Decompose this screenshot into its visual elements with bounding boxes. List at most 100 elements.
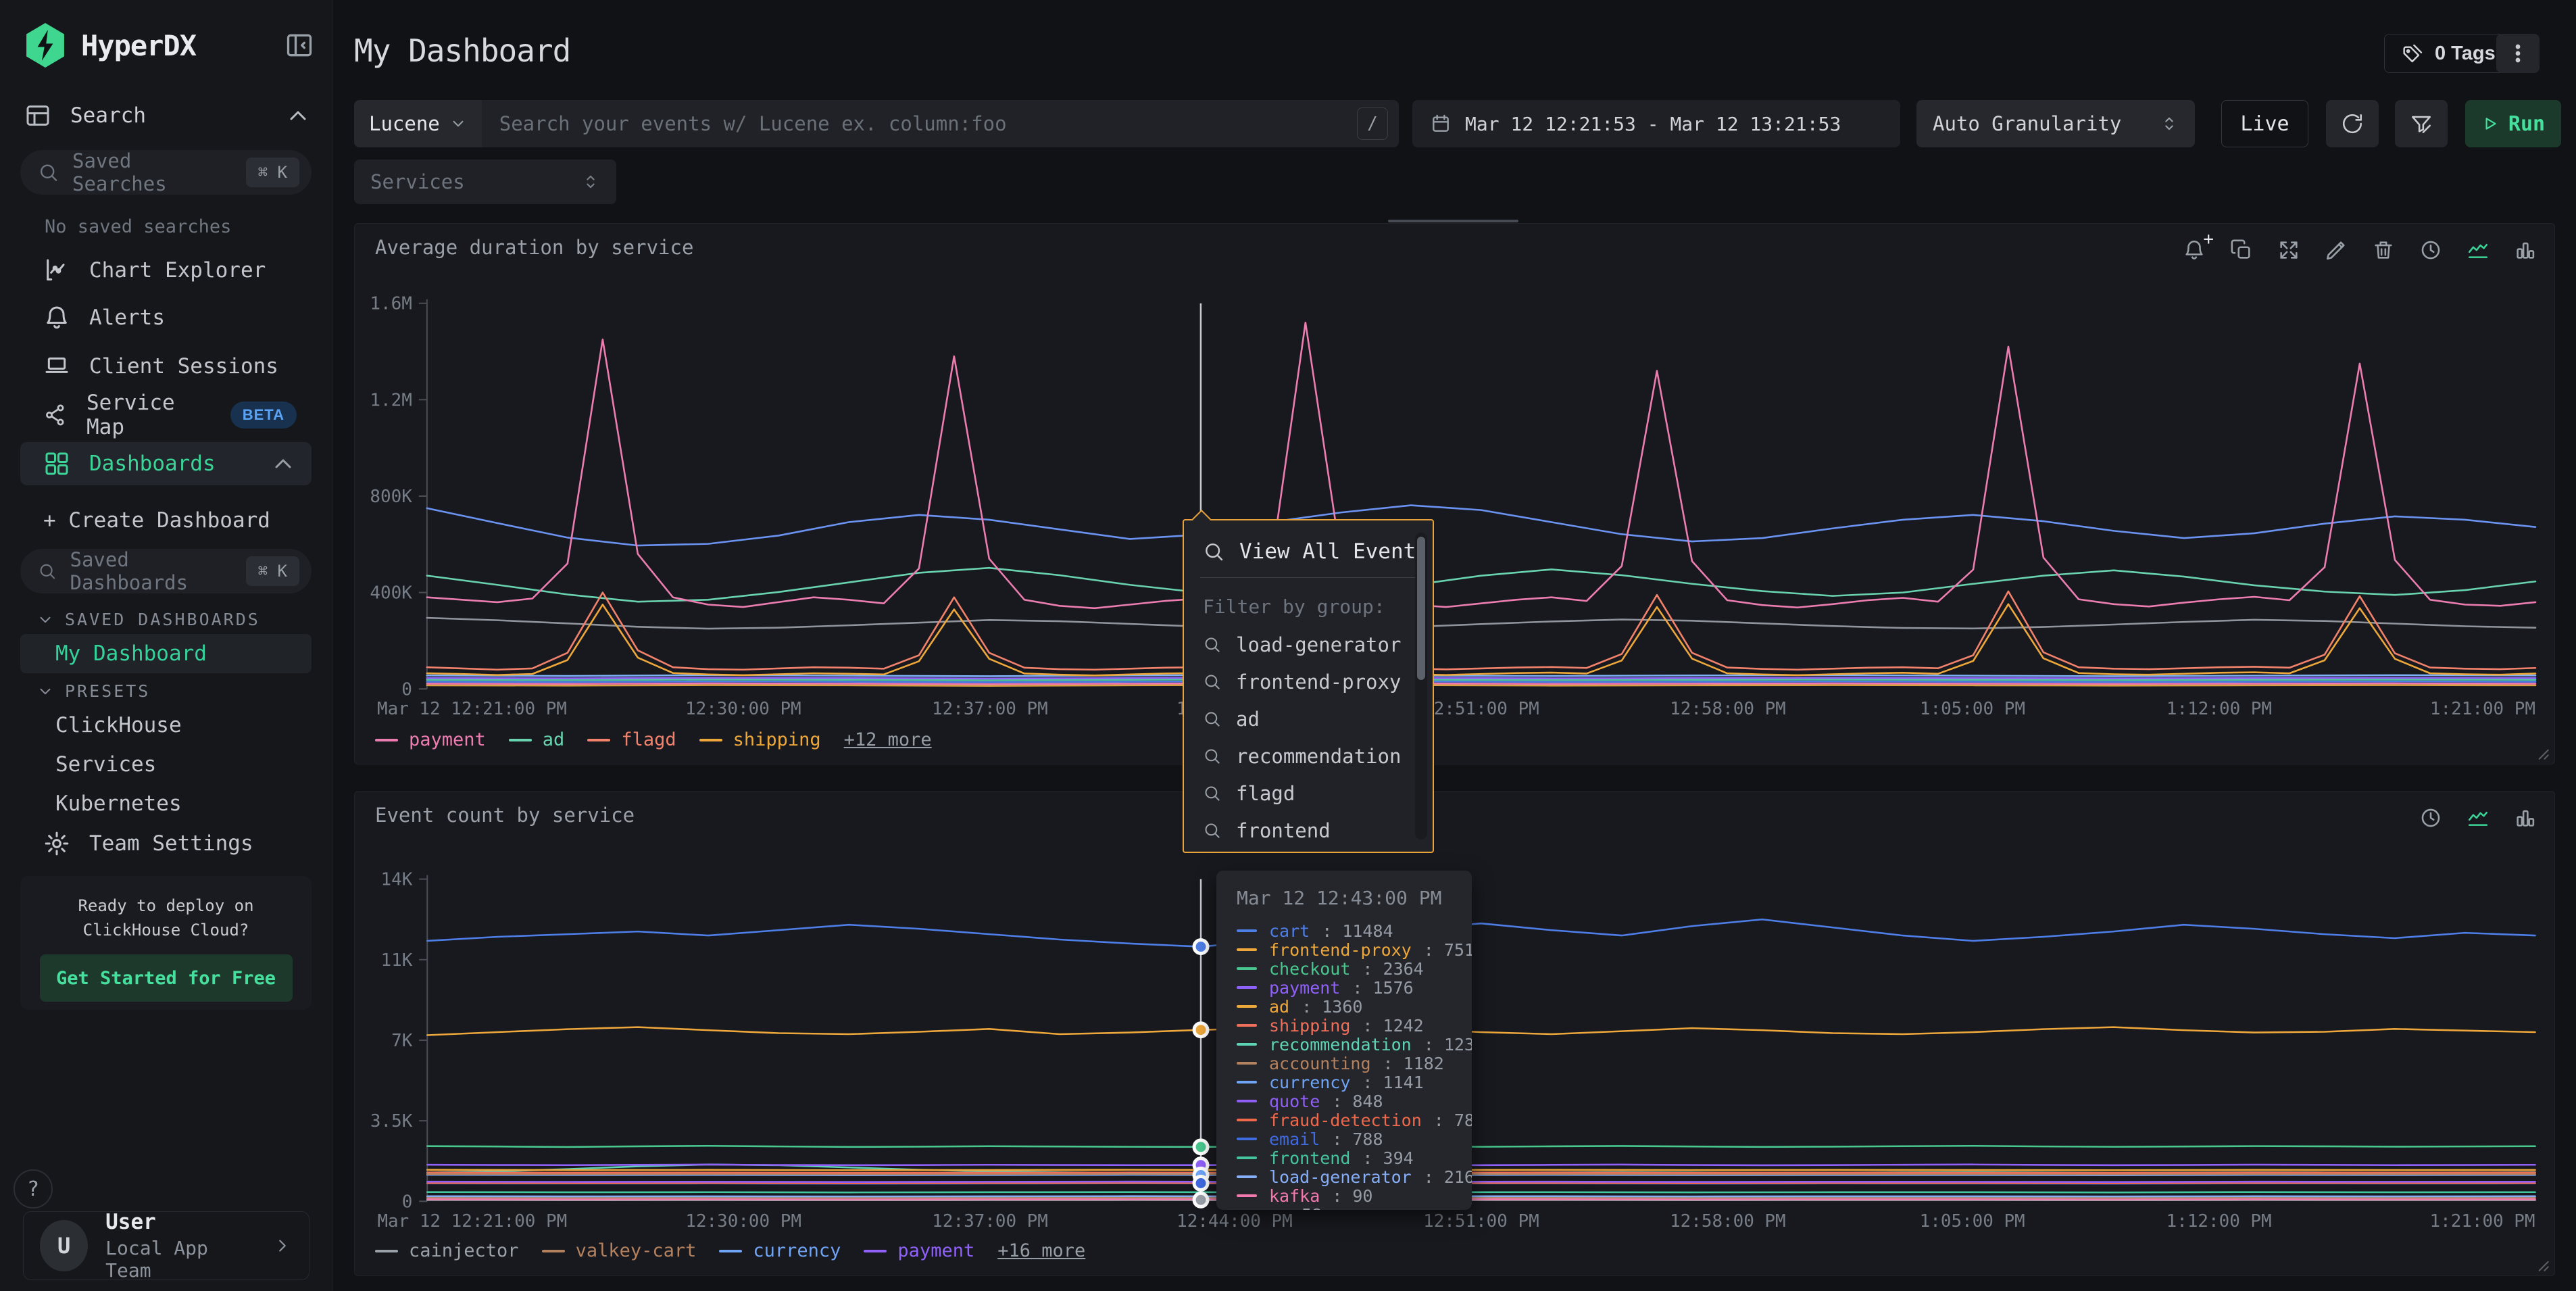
legend-item[interactable]: currency bbox=[719, 1240, 841, 1261]
services-select-value: Services bbox=[370, 170, 465, 193]
group-filter-label: ad bbox=[1236, 708, 1260, 731]
more-menu-button[interactable] bbox=[2496, 34, 2540, 73]
get-started-button[interactable]: Get Started for Free bbox=[40, 954, 293, 1002]
sidebar-item-service-map[interactable]: Service Map BETA bbox=[20, 393, 312, 437]
run-button[interactable]: Run bbox=[2465, 100, 2561, 147]
page-title: My Dashboard bbox=[354, 32, 570, 69]
sidebar-item-dashboards[interactable]: Dashboards bbox=[20, 442, 312, 485]
preset-item[interactable]: ClickHouse bbox=[20, 706, 312, 745]
chevrons-up-down-icon bbox=[2160, 114, 2179, 133]
resize-handle-icon[interactable] bbox=[2533, 744, 2550, 761]
legend-item[interactable]: ad bbox=[509, 729, 565, 750]
dashboards-label: Dashboards bbox=[89, 452, 216, 476]
filter-button[interactable] bbox=[2395, 100, 2448, 147]
saved-searches-placeholder: Saved Searches bbox=[72, 149, 232, 195]
duration-chart[interactable]: 0400K800K1.2M1.6MMar 12 12:21:00 PM12:30… bbox=[355, 224, 2554, 764]
legend-dash bbox=[699, 739, 722, 741]
svg-text:14K: 14K bbox=[381, 870, 413, 890]
legend-item[interactable]: valkey-cart bbox=[542, 1240, 697, 1261]
search-icon bbox=[1203, 541, 1224, 562]
series-name: checkout bbox=[1269, 959, 1350, 979]
group-filter-item[interactable]: frontend-proxy bbox=[1184, 663, 1433, 700]
group-filter-item[interactable]: flagd bbox=[1184, 775, 1433, 812]
history-clock-icon[interactable] bbox=[2419, 239, 2442, 262]
chevron-up-icon[interactable] bbox=[270, 450, 297, 477]
promo-text: Ready to deploy on ClickHouse Cloud? bbox=[20, 894, 312, 942]
legend-item[interactable]: cainjector bbox=[375, 1240, 519, 1261]
cmd-k-badge: ⌘ K bbox=[246, 157, 299, 187]
history-clock-icon[interactable] bbox=[2419, 806, 2442, 829]
tooltip-row: : 58 bbox=[1237, 1205, 1472, 1210]
duplicate-icon[interactable] bbox=[2230, 239, 2253, 262]
sidebar-item-search[interactable]: Search bbox=[24, 99, 312, 132]
preset-item[interactable]: Kubernetes bbox=[20, 784, 312, 823]
chart-legend: payment ad flagd shipping +12 more bbox=[375, 729, 932, 750]
sidebar-item-alerts[interactable]: Alerts bbox=[20, 296, 312, 339]
time-range-picker[interactable]: Mar 12 12:21:53 - Mar 12 13:21:53 bbox=[1412, 100, 1900, 147]
sidebar-item-team-settings[interactable]: Team Settings bbox=[20, 822, 312, 865]
legend-item[interactable]: payment bbox=[864, 1240, 974, 1261]
grid-drag-handle[interactable] bbox=[1388, 220, 1518, 222]
help-button[interactable]: ? bbox=[14, 1169, 53, 1209]
preset-item[interactable]: Services bbox=[20, 745, 312, 784]
search-icon bbox=[1203, 821, 1221, 839]
series-dash bbox=[1237, 929, 1257, 932]
maximize-icon[interactable] bbox=[2277, 239, 2300, 262]
series-dash bbox=[1237, 1100, 1257, 1102]
tooltip-row: checkout : 2364 bbox=[1237, 959, 1472, 978]
live-button[interactable]: Live bbox=[2221, 100, 2308, 147]
legend-item[interactable]: flagd bbox=[587, 729, 676, 750]
presets-section[interactable]: PRESETS bbox=[36, 681, 150, 701]
saved-dashboards-section[interactable]: SAVED DASHBOARDS bbox=[36, 610, 260, 629]
popup-scrollbar-thumb[interactable] bbox=[1417, 537, 1425, 680]
group-filter-item[interactable]: load-generator bbox=[1184, 626, 1433, 663]
chevron-up-icon[interactable] bbox=[284, 102, 312, 129]
series-value: : 1141 bbox=[1362, 1073, 1423, 1092]
chart-panel-duration: 0400K800K1.2M1.6MMar 12 12:21:00 PM12:30… bbox=[354, 223, 2555, 764]
service-map-icon bbox=[43, 401, 68, 429]
svg-text:12:30:00 PM: 12:30:00 PM bbox=[685, 699, 801, 719]
view-all-events-button[interactable]: View All Events bbox=[1184, 520, 1433, 577]
presets-section-label: PRESETS bbox=[65, 681, 150, 701]
legend-dash bbox=[375, 739, 398, 741]
series-dash bbox=[1237, 1156, 1257, 1159]
popup-scrollbar[interactable] bbox=[1415, 533, 1427, 839]
sidebar-item-client-sessions[interactable]: Client Sessions bbox=[20, 345, 312, 388]
alert-add-button[interactable]: + bbox=[2183, 239, 2206, 262]
series-value: : 1576 bbox=[1352, 978, 1413, 998]
group-filter-item[interactable]: ad bbox=[1184, 700, 1433, 737]
sidebar-item-my-dashboard[interactable]: My Dashboard bbox=[20, 634, 312, 673]
edit-pencil-icon[interactable] bbox=[2325, 239, 2348, 262]
tags-icon bbox=[2402, 43, 2424, 64]
resize-handle-icon[interactable] bbox=[2533, 1255, 2550, 1273]
group-filter-item[interactable]: frontend bbox=[1184, 812, 1433, 849]
legend-item[interactable]: shipping bbox=[699, 729, 821, 750]
legend-item[interactable]: payment bbox=[375, 729, 486, 750]
user-card[interactable]: U User Local App Team bbox=[23, 1211, 309, 1280]
trash-icon[interactable] bbox=[2372, 239, 2395, 262]
gear-icon bbox=[43, 830, 70, 857]
cmd-k-badge: ⌘ K bbox=[246, 556, 299, 586]
legend-more-link[interactable]: +16 more bbox=[997, 1240, 1085, 1261]
group-filter-label: load-generator bbox=[1236, 633, 1401, 656]
series-dash bbox=[1237, 1194, 1257, 1197]
group-filter-item[interactable]: recommendation bbox=[1184, 737, 1433, 775]
legend-more-link[interactable]: +12 more bbox=[844, 729, 932, 750]
bar-chart-toggle-icon[interactable] bbox=[2514, 239, 2537, 262]
bar-chart-toggle-icon[interactable] bbox=[2514, 806, 2537, 829]
saved-searches-input[interactable]: Saved Searches ⌘ K bbox=[20, 150, 312, 195]
line-chart-toggle-icon[interactable] bbox=[2467, 239, 2490, 262]
refresh-button[interactable] bbox=[2326, 100, 2379, 147]
granularity-select[interactable]: Auto Granularity bbox=[1916, 100, 2195, 147]
sidebar-item-chart-explorer[interactable]: Chart Explorer bbox=[20, 249, 312, 292]
series-dash bbox=[1237, 1024, 1257, 1027]
saved-dashboards-input[interactable]: Saved Dashboards ⌘ K bbox=[20, 549, 312, 593]
chart-title: Average duration by service bbox=[375, 236, 693, 259]
events-search-input[interactable]: Search your events w/ Lucene ex. column:… bbox=[482, 112, 1357, 135]
sidebar-collapse-icon[interactable] bbox=[284, 30, 314, 60]
line-chart-toggle-icon[interactable] bbox=[2467, 806, 2490, 829]
language-select[interactable]: Lucene bbox=[354, 100, 482, 147]
create-dashboard-button[interactable]: + Create Dashboard bbox=[20, 499, 312, 542]
services-select[interactable]: Services bbox=[354, 160, 616, 204]
tags-button[interactable]: 0 Tags bbox=[2384, 34, 2514, 73]
